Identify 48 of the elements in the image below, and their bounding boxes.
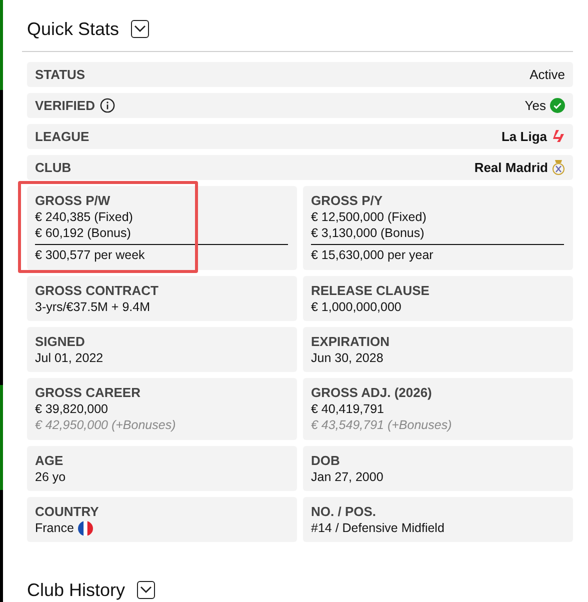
info-icon[interactable]: [100, 98, 115, 113]
stat-label: GROSS CAREER: [35, 384, 142, 401]
stat-value: Yes: [524, 96, 546, 115]
stat-value: € 240,385 (Fixed): [35, 209, 133, 225]
stat-value: #14 / Defensive Midfield: [311, 520, 444, 536]
stat-value: € 40,419,791: [311, 401, 384, 417]
stat-total: € 15,630,000 per year: [311, 247, 434, 264]
stat-label: AGE: [35, 452, 64, 469]
stat-value: Active: [530, 66, 565, 84]
stat-note: € 42,950,000 (+Bonuses): [35, 417, 177, 434]
stat-value: Jun 30, 2028: [311, 350, 384, 366]
stat-value: France: [35, 520, 74, 536]
stat-label: GROSS ADJ. (2026): [311, 384, 433, 401]
stat-value: La Liga: [501, 128, 547, 146]
stat-value: € 1,000,000,000: [311, 299, 402, 315]
stat-label: VERIFIED: [35, 96, 95, 115]
stat-label: GROSS P/W: [35, 192, 112, 209]
stat-label: EXPIRATION: [311, 333, 390, 350]
stat-value: Jul 01, 2022: [35, 350, 104, 366]
stat-value: 3-yrs/€37.5M + 9.4M: [35, 299, 150, 315]
chevron-icon: [134, 25, 146, 33]
stat-value: € 3,130,000 (Bonus): [311, 225, 424, 241]
stat-label: CLUB: [35, 158, 72, 177]
stat-value: € 39,820,000: [35, 401, 108, 417]
check-icon: [550, 98, 565, 113]
flag-icon: [78, 520, 93, 536]
stat-label: LEAGUE: [35, 128, 90, 146]
stat-label: COUNTRY: [35, 503, 100, 520]
stat-label: DOB: [311, 452, 341, 469]
stat-value: 26 yo: [35, 469, 66, 485]
section-title: Club History: [27, 579, 126, 602]
section-title: Quick Stats: [27, 18, 120, 41]
stat-value: Real Madrid: [474, 158, 548, 177]
stat-total: € 300,577 per week: [35, 247, 146, 264]
stat-value: Jan 27, 2000: [311, 469, 384, 485]
collapse-toggle[interactable]: [137, 581, 156, 599]
league-logo-icon: [551, 129, 565, 144]
stat-label: STATUS: [35, 66, 86, 84]
stat-label: GROSS P/Y: [311, 192, 384, 209]
stat-label: RELEASE CLAUSE: [311, 282, 430, 299]
stat-note: € 43,549,791 (+Bonuses): [311, 417, 453, 434]
collapse-toggle[interactable]: [131, 20, 150, 38]
stat-value: € 60,192 (Bonus): [35, 225, 131, 241]
stat-label: SIGNED: [35, 333, 86, 350]
chevron-icon: [140, 586, 152, 594]
stat-label: GROSS CONTRACT: [35, 282, 160, 299]
stat-value: € 12,500,000 (Fixed): [311, 209, 426, 225]
stat-label: NO. / POS.: [311, 503, 378, 520]
